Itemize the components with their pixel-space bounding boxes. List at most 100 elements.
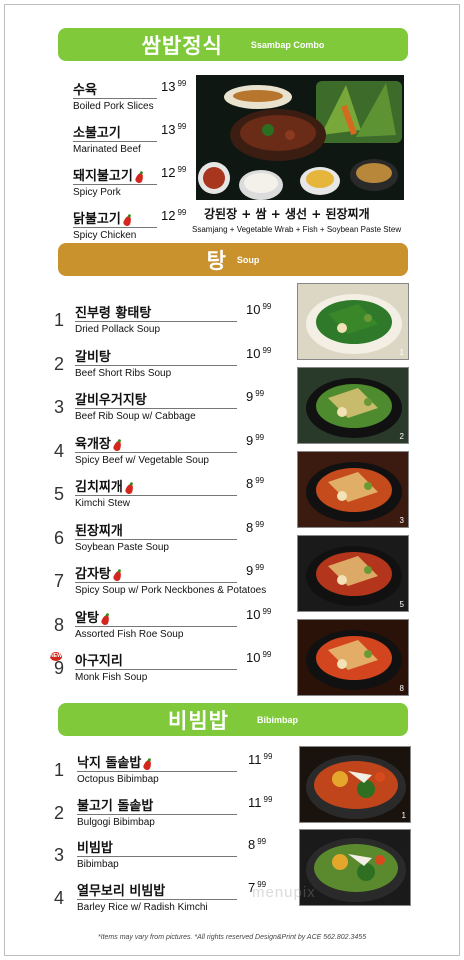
watermark: menupix — [252, 884, 316, 901]
menu-item: 육개장 Spicy Beef w/ Vegetable Soup — [75, 433, 237, 466]
price-dollars: 8 — [246, 476, 254, 491]
menu-item-name-en: Bibimbap — [77, 859, 119, 870]
menu-item-name-en: Bulgogi Bibimbap — [77, 816, 155, 828]
chili-icon — [112, 439, 123, 452]
menu-item: 감자탕 Spicy Soup w/ Pork Neckbones & Potato… — [75, 563, 266, 596]
menu-item: 돼지불고기 Spicy Pork — [73, 165, 157, 198]
section-title-en: Bibimbap — [256, 714, 298, 725]
menu-item-number: 2 — [54, 802, 65, 823]
menu-item-name-ko: 닭불고기 — [73, 212, 121, 227]
menu-item-row: 육개장 — [75, 433, 237, 453]
menu-item-number: 5 — [54, 484, 65, 504]
combo-photo — [196, 75, 404, 200]
menu-item-row: 알탕 — [75, 607, 237, 627]
menu-item-row: 감자탕 — [75, 563, 237, 583]
section-banner-ssambap: 쌈밥정식 Ssambap Combo — [58, 28, 408, 61]
menu-item-number: 9 — [54, 658, 65, 678]
chili-icon — [112, 570, 123, 582]
price-dollars: 10 — [246, 606, 261, 622]
menu-item-number: 4 — [54, 887, 65, 908]
soup-photo: 8 — [297, 619, 409, 696]
menu-item: 수육 Boiled Pork Slices — [73, 79, 157, 112]
price-dollars: 11 — [248, 752, 262, 767]
menu-item-name-ko: 돼지불고기 — [73, 169, 133, 184]
menu-item-number: 4 — [54, 440, 65, 461]
menu-item: 된장찌개 Soybean Paste Soup — [75, 520, 237, 553]
photo-number: 2 — [399, 432, 404, 441]
price-dollars: 12 — [161, 208, 176, 223]
menu-item-price: 11 99 — [248, 752, 272, 767]
menu-item: 진부령 황태탕 Dried Pollack Soup — [75, 302, 237, 335]
chili-icon — [142, 759, 153, 771]
menu-item: 김치찌개 Kimchi Stew — [75, 476, 237, 509]
menu-item-price: 8 99 — [248, 837, 266, 852]
menu-item-row: 수육 — [73, 79, 157, 99]
menu-item-name-ko: 알탕 — [75, 610, 99, 626]
menu-item-price: 10 99 — [246, 650, 271, 665]
menu-item-price: 8 99 — [246, 476, 264, 491]
menu-item-name-en: Monk Fish Soup — [75, 672, 148, 683]
price-cents: 99 — [255, 519, 265, 529]
menu-item: 아구지리 Monk Fish Soup — [75, 650, 237, 683]
price-cents: 99 — [262, 606, 272, 616]
menu-item-name-ko: 김치찌개 — [75, 480, 123, 495]
photo-number: 5 — [399, 600, 404, 609]
menu-item-name-en: Beef Rib Soup w/ Cabbage — [75, 411, 196, 422]
menu-item-row: 아구지리 — [75, 650, 237, 670]
menu-item-price: 13 99 — [161, 122, 186, 137]
price-dollars: 9 — [246, 432, 254, 448]
menu-item-number: 1 — [54, 310, 65, 330]
price-dollars: 13 — [161, 79, 176, 94]
soup-photo: 5 — [297, 535, 409, 612]
menu-item-name-ko: 낙지 돌솥밥 — [77, 756, 142, 771]
menu-item-name-ko: 수육 — [73, 83, 97, 98]
price-cents: 99 — [263, 752, 273, 761]
price-cents: 99 — [262, 650, 272, 659]
section-title-en: Ssambap Combo — [250, 39, 325, 50]
footer-note: *Items may vary from pictures. *All righ… — [97, 934, 367, 941]
menu-item-name-ko: 갈비우거지탕 — [75, 393, 147, 408]
menu-item-row: 진부령 황태탕 — [75, 302, 237, 322]
menu-item: 알탕 Assorted Fish Roe Soup — [75, 607, 237, 640]
menu-item-price: 9 99 — [246, 563, 264, 578]
menu-item-price: 9 99 — [246, 433, 264, 448]
menu-item-row: 비빔밥 — [77, 837, 237, 857]
menu-item-name-en: Beef Short Ribs Soup — [75, 367, 172, 379]
price-cents: 99 — [255, 389, 265, 398]
chili-icon — [122, 215, 133, 227]
menu-item-name-ko: 아구지리 — [75, 654, 123, 669]
menu-item-name-ko: 불고기 돌솥밥 — [77, 798, 154, 814]
menu-item-price: 13 99 — [161, 79, 186, 94]
menu-item-row: 열무보리 비빔밥 — [77, 880, 237, 900]
bibimbap-photo: 1 — [299, 746, 411, 823]
menu-item-name-en: Marinated Beef — [73, 144, 141, 155]
menu-item-name-ko: 된장찌개 — [75, 523, 123, 539]
price-cents: 99 — [177, 79, 187, 88]
price-dollars: 12 — [161, 165, 176, 180]
price-dollars: 9 — [246, 563, 254, 578]
price-cents: 99 — [263, 794, 273, 804]
price-dollars: 9 — [246, 389, 254, 404]
menu-item-number: 6 — [54, 527, 65, 548]
new-badge: NEW — [50, 652, 62, 661]
menu-item-price: 9 99 — [246, 389, 264, 404]
menu-item-name-ko: 진부령 황태탕 — [75, 306, 152, 321]
menu-item-name-en: Assorted Fish Roe Soup — [75, 628, 184, 640]
price-cents: 99 — [262, 345, 272, 355]
price-dollars: 8 — [246, 519, 254, 535]
menu-item-name-ko: 갈비탕 — [75, 349, 111, 365]
menu-item-price: 12 99 — [161, 165, 186, 180]
price-cents: 99 — [255, 476, 265, 485]
menu-item-row: 돼지불고기 — [73, 165, 157, 185]
price-dollars: 10 — [246, 302, 261, 317]
menu-item-number: 1 — [54, 760, 65, 780]
menu-item-row: 닭불고기 — [73, 208, 157, 228]
menu-item-price: 10 99 — [246, 346, 271, 361]
menu-item-number: 8 — [54, 614, 65, 635]
combo-caption-en: Ssamjang + Vegetable Wrab + Fish + Soybe… — [192, 225, 402, 234]
section-title-ko: 탕 — [206, 247, 227, 273]
menu-item-price: 11 99 — [248, 795, 272, 810]
menu-item-price: 8 99 — [246, 520, 264, 535]
price-dollars: 10 — [246, 650, 261, 665]
menu-item-row: 소불고기 — [73, 122, 157, 142]
